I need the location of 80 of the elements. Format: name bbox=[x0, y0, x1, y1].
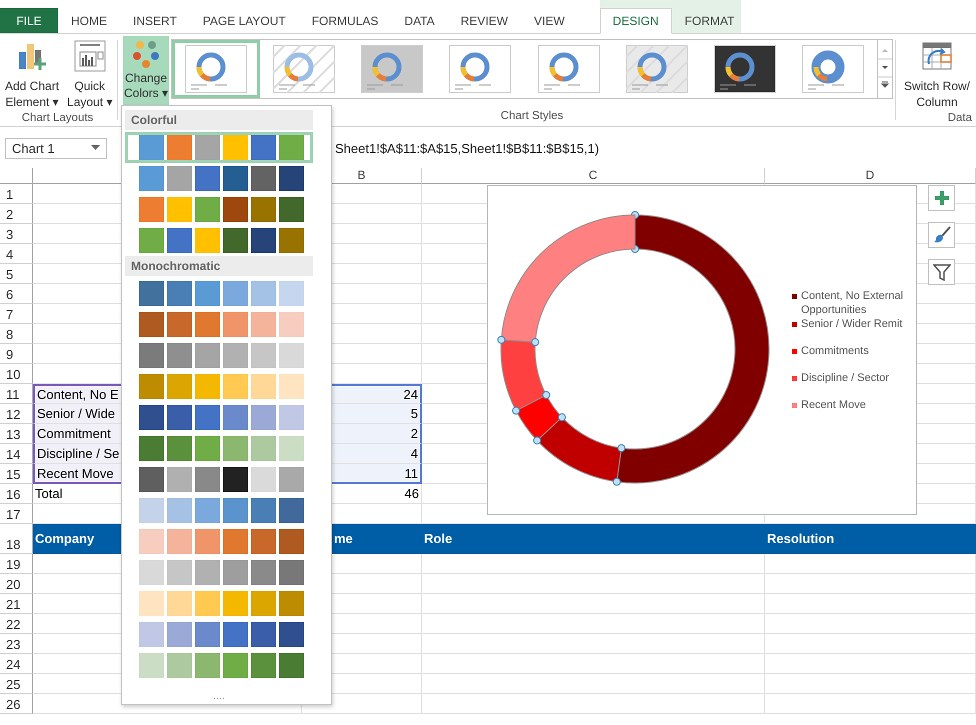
row-number[interactable]: 2 bbox=[0, 204, 33, 224]
cell-text: Content, No E bbox=[37, 387, 119, 402]
cell-text: 46 bbox=[404, 486, 419, 501]
row-number[interactable]: 17 bbox=[0, 504, 33, 524]
ribbon-tab[interactable]: FORMULAS bbox=[298, 8, 392, 33]
cell-text: 24 bbox=[404, 387, 418, 402]
row-number[interactable]: 20 bbox=[0, 574, 33, 594]
column-header[interactable]: C bbox=[422, 168, 765, 184]
cell-text: Senior / Wide bbox=[37, 406, 116, 421]
chart-filters-button[interactable] bbox=[928, 259, 955, 285]
row-number[interactable]: 6 bbox=[0, 284, 33, 304]
dropdown-arrow-icon bbox=[91, 145, 100, 151]
formula-field[interactable]: Sheet1!$A$11:$A$15,Sheet1!$B$11:$B$15,1) bbox=[334, 138, 976, 158]
chart-styles-button[interactable] bbox=[928, 222, 955, 248]
cell-text: Total bbox=[35, 486, 62, 501]
color-scheme-option[interactable] bbox=[125, 132, 313, 163]
group-label: Data bbox=[946, 112, 973, 126]
ribbon-tab[interactable]: PAGE LAYOUT bbox=[190, 8, 299, 33]
ribbon-tab[interactable]: FILE bbox=[0, 8, 58, 33]
legend-label: Content, No External Opportunities bbox=[801, 289, 904, 317]
cell-text: 2 bbox=[410, 426, 418, 441]
row-number[interactable]: 23 bbox=[0, 634, 33, 654]
change-colors-button[interactable]: Change Colors ▾ bbox=[123, 36, 169, 106]
row-number[interactable]: 19 bbox=[0, 554, 33, 574]
row-number[interactable]: 22 bbox=[0, 614, 33, 634]
row-number[interactable]: 8 bbox=[0, 324, 33, 344]
row-number[interactable]: 16 bbox=[0, 484, 33, 504]
chart-style-thumbnail bbox=[185, 45, 248, 93]
ribbon-tab[interactable]: INSERT bbox=[120, 8, 190, 33]
add-chart-element-button[interactable]: Add Chart Element ▾ bbox=[2, 38, 62, 112]
row-number[interactable]: 21 bbox=[0, 594, 33, 614]
group-label: Chart Layouts bbox=[20, 112, 94, 126]
cell-text: Commitment bbox=[37, 426, 111, 441]
filter-icon bbox=[932, 263, 950, 281]
ribbon-tab[interactable]: HOME bbox=[58, 8, 120, 33]
swap-table-icon bbox=[921, 40, 953, 72]
cell-text: Recent Move bbox=[37, 466, 114, 480]
brush-icon bbox=[932, 226, 950, 244]
chart-style-thumbnail bbox=[802, 45, 864, 93]
legend-label: Discipline / Sector bbox=[801, 371, 890, 385]
row-number[interactable]: 7 bbox=[0, 304, 33, 324]
ribbon-tab[interactable]: REVIEW bbox=[448, 8, 521, 33]
switch-row-column-button[interactable]: Switch Row/ Column bbox=[898, 34, 976, 112]
chart-elements-button[interactable] bbox=[928, 185, 955, 211]
cell-text: 4 bbox=[410, 446, 418, 461]
column-header[interactable]: D bbox=[765, 168, 976, 184]
menu-section-header: Monochromatic bbox=[125, 256, 313, 276]
legend-label: Commitments bbox=[801, 344, 870, 358]
row-number[interactable]: 4 bbox=[0, 244, 33, 264]
layout-icon bbox=[74, 40, 106, 72]
ribbon-tab[interactable]: DESIGN bbox=[600, 8, 672, 34]
quick-layout-button[interactable]: Quick Layout ▾ bbox=[64, 38, 116, 112]
row-number[interactable]: 24 bbox=[0, 654, 33, 674]
chart-style-thumbnail bbox=[538, 45, 600, 93]
cell-text: Discipline / Se bbox=[37, 446, 120, 461]
table-header: Role bbox=[422, 524, 765, 554]
row-number[interactable]: 10 bbox=[0, 364, 33, 384]
row-number[interactable]: 26 bbox=[0, 694, 33, 714]
row-number[interactable]: 9 bbox=[0, 344, 33, 364]
legend-label: Recent Move bbox=[801, 398, 867, 412]
name-box[interactable]: Chart 1 bbox=[5, 138, 107, 158]
color-dots-icon bbox=[130, 38, 162, 70]
legend-label: Senior / Wider Remit bbox=[801, 317, 904, 331]
ribbon-tab[interactable]: DATA bbox=[391, 8, 448, 33]
menu-section-header: Colorful bbox=[125, 110, 313, 130]
ribbon-tab[interactable]: FORMAT bbox=[672, 8, 748, 33]
cell-text: 11 bbox=[404, 466, 418, 480]
chart-style-thumbnail bbox=[449, 45, 512, 93]
cell-text: 5 bbox=[410, 406, 418, 421]
chart-style-thumbnail bbox=[714, 45, 776, 93]
row-number[interactable]: 3 bbox=[0, 224, 33, 244]
chart-style-thumbnail bbox=[273, 45, 336, 93]
row-number[interactable]: 25 bbox=[0, 674, 33, 694]
row-number[interactable]: 1 bbox=[0, 184, 33, 204]
plus-icon bbox=[934, 190, 950, 206]
row-number[interactable]: 5 bbox=[0, 264, 33, 284]
ribbon-tab[interactable]: VIEW bbox=[520, 8, 578, 33]
chart-style-thumbnail bbox=[361, 45, 424, 93]
table-header: Resolution bbox=[765, 524, 976, 554]
chart-style-thumbnail bbox=[626, 45, 688, 93]
